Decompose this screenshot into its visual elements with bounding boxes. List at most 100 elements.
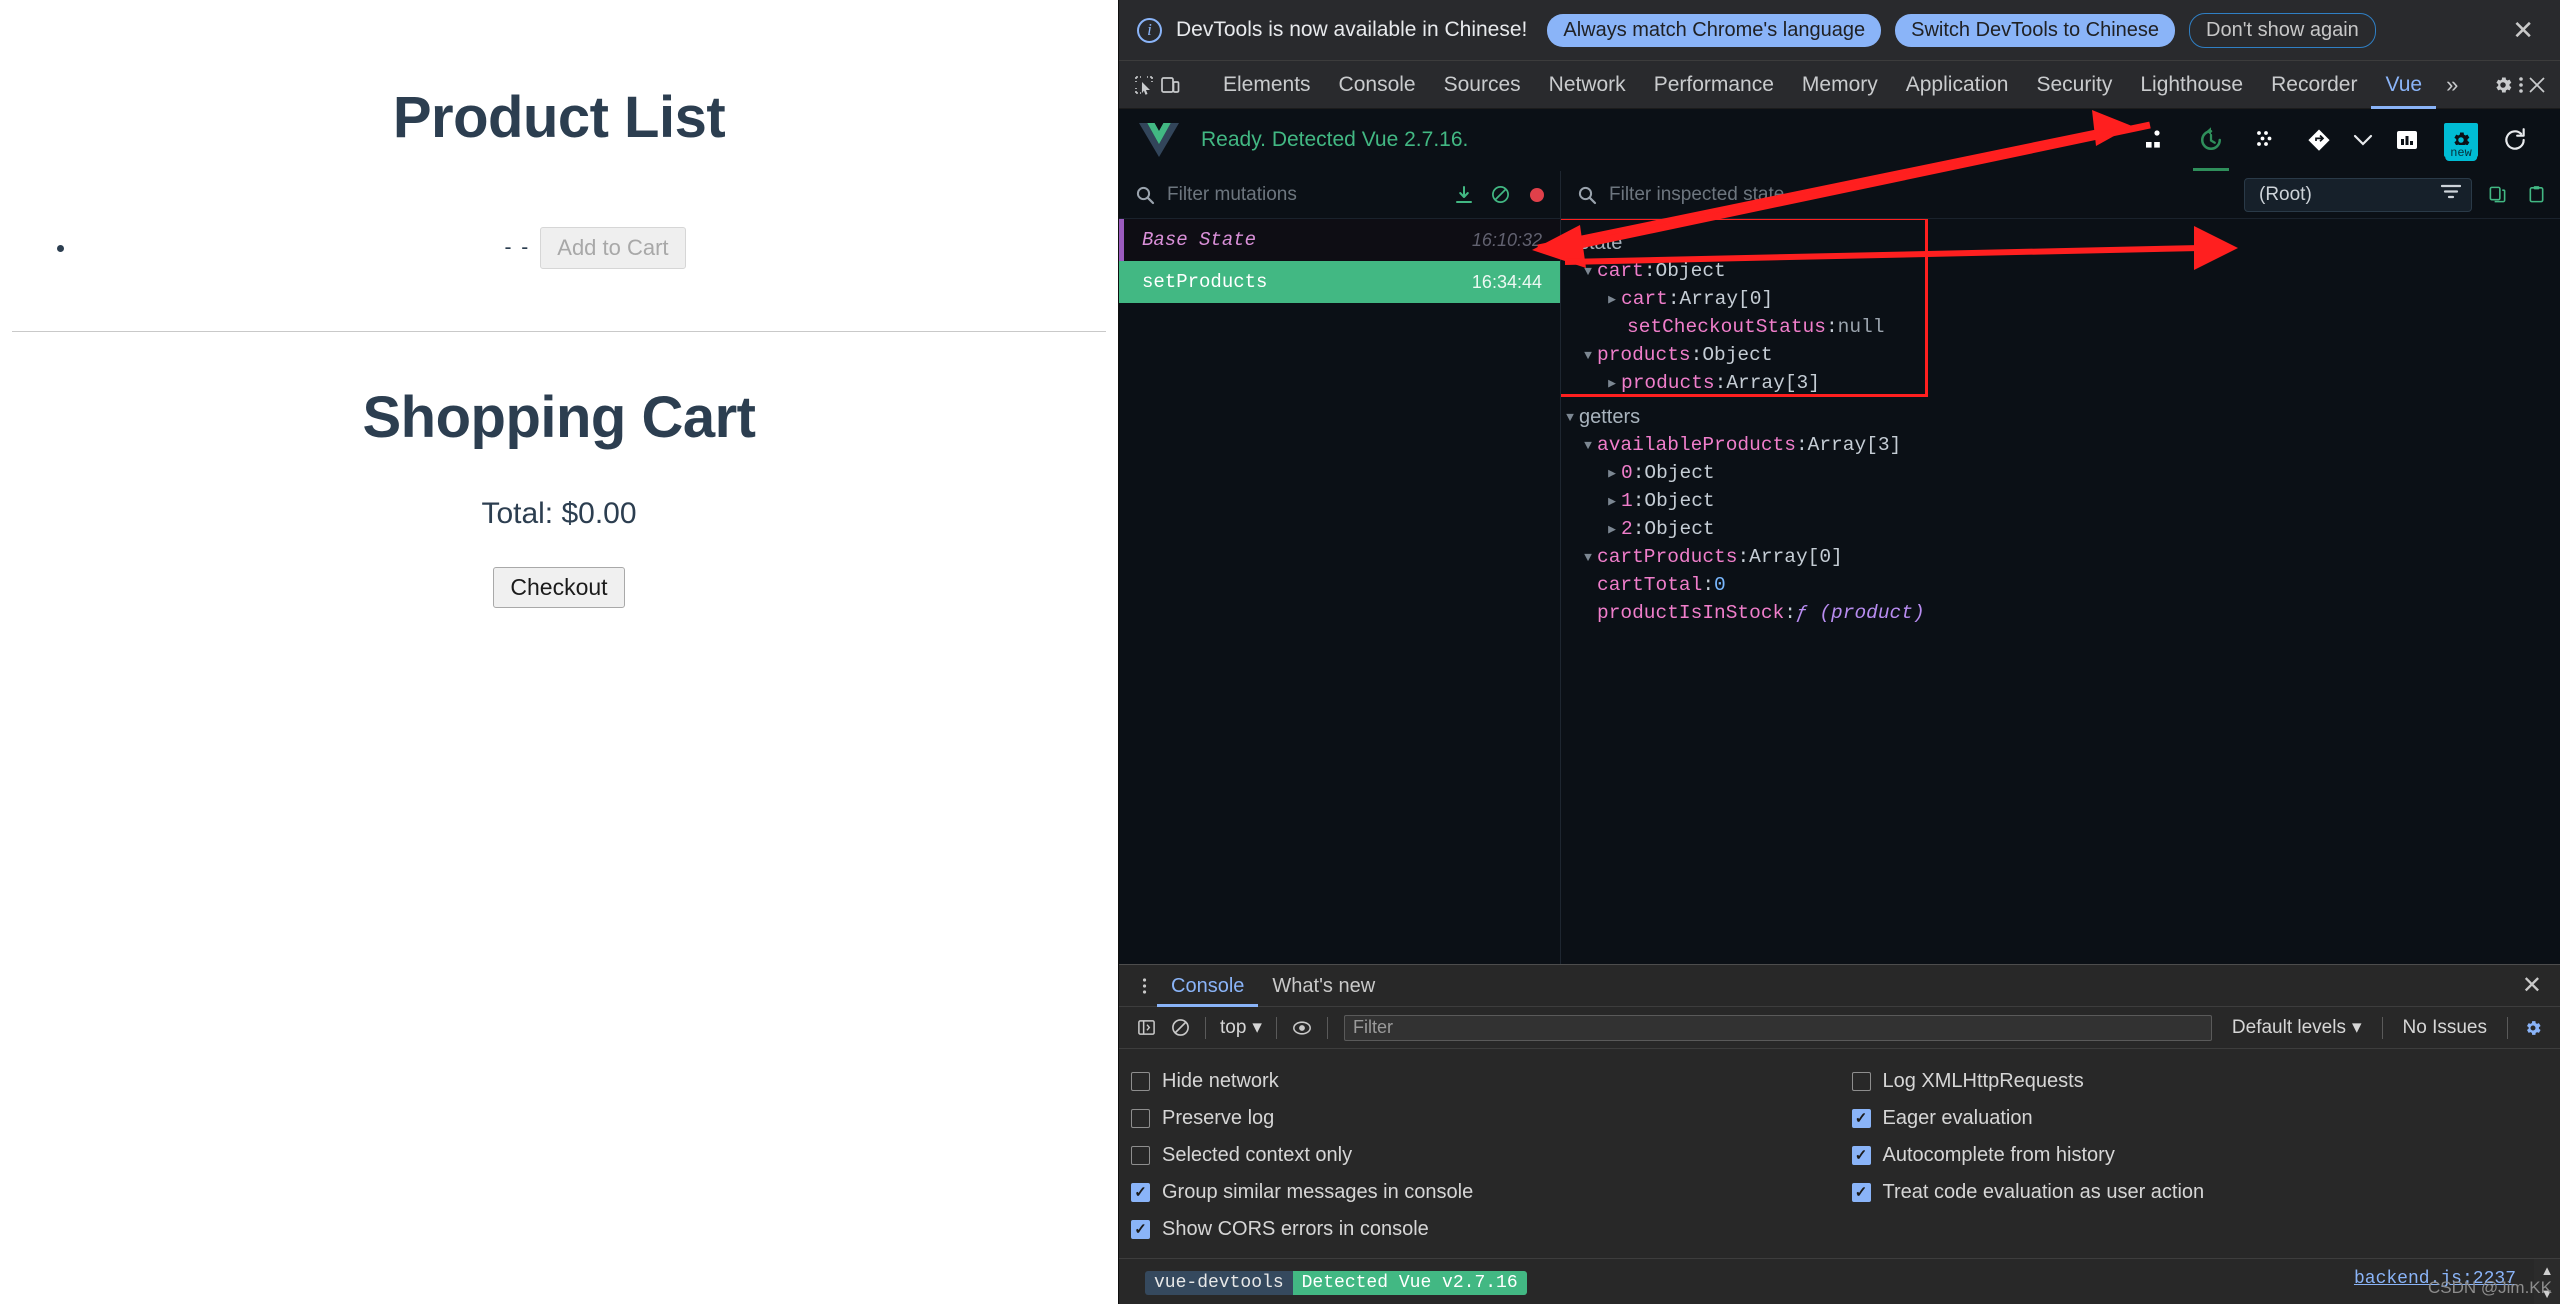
tab-sources[interactable]: Sources [1430, 61, 1535, 109]
disable-recording-icon[interactable] [1491, 185, 1510, 204]
tab-recorder[interactable]: Recorder [2257, 61, 2371, 109]
checkout-button[interactable]: Checkout [493, 567, 625, 608]
tree-node-carttotal[interactable]: cartTotal : 0 [1561, 571, 2560, 599]
events-dots-icon[interactable] [2238, 109, 2292, 171]
drawer-tab-whats-new[interactable]: What's new [1258, 965, 1389, 1007]
tree-section-state[interactable]: state [1561, 229, 2560, 257]
checkbox[interactable] [1131, 1183, 1150, 1202]
drawer-tab-console[interactable]: Console [1157, 965, 1258, 1007]
vuex-timetravel-icon[interactable] [2184, 109, 2238, 171]
performance-chart-icon[interactable] [2380, 109, 2434, 171]
device-toolbar-icon[interactable] [1159, 68, 1181, 102]
setting-preserve-log[interactable]: Preserve log [1131, 1100, 1840, 1137]
tree-node-0[interactable]: 0 : Object [1561, 459, 2560, 487]
drawer-kebab-icon[interactable] [1131, 977, 1157, 995]
setting-show-cors-errors[interactable]: Show CORS errors in console [1131, 1211, 1840, 1248]
drawer-close-icon[interactable]: ✕ [2512, 971, 2552, 1000]
chevron-right-icon[interactable] [1603, 376, 1621, 391]
setting-log-xmlhttprequests[interactable]: Log XMLHttpRequests [1851, 1063, 2560, 1100]
export-icon[interactable] [1455, 185, 1473, 204]
inspect-element-icon[interactable] [1133, 68, 1155, 102]
tree-node-cart-object[interactable]: cart : Object [1561, 257, 2560, 285]
refresh-icon[interactable] [2488, 109, 2542, 171]
console-settings-gear-icon[interactable] [2516, 1011, 2550, 1045]
tab-security[interactable]: Security [2022, 61, 2126, 109]
more-options-kebab-icon[interactable] [2518, 68, 2524, 102]
checkbox[interactable] [1131, 1072, 1150, 1091]
record-icon[interactable] [1528, 186, 1546, 204]
setting-autocomplete-from-history[interactable]: Autocomplete from history [1851, 1137, 2560, 1174]
dont-show-again-button[interactable]: Don't show again [2189, 12, 2376, 48]
console-filter-input[interactable] [1343, 1014, 2212, 1041]
add-to-cart-button[interactable]: Add to Cart [540, 227, 686, 269]
checkbox[interactable] [1131, 1220, 1150, 1239]
filter-mutations-input[interactable] [1167, 183, 1445, 206]
root-module-select[interactable]: (Root) [2244, 177, 2472, 212]
mutations-actions [1455, 185, 1546, 204]
checkbox[interactable] [1131, 1146, 1150, 1165]
chevron-right-icon[interactable] [1603, 292, 1621, 307]
clear-console-icon[interactable] [1163, 1011, 1197, 1045]
settings-gear-icon[interactable] [2492, 68, 2514, 102]
console-prompt[interactable]: ❯ [1119, 1299, 2560, 1304]
routing-icon[interactable] [2292, 109, 2346, 171]
tree-node-setcheckoutstatus[interactable]: setCheckoutStatus : null [1561, 313, 2560, 341]
tree-node-availableproducts[interactable]: availableProducts : Array[3] [1561, 431, 2560, 459]
mutation-row-base-state[interactable]: Base State 16:10:32 [1119, 219, 1560, 261]
checkbox[interactable] [1131, 1109, 1150, 1128]
checkbox[interactable] [1851, 1183, 1871, 1202]
tree-node-products-array[interactable]: products : Array[3] [1561, 369, 2560, 397]
tab-memory[interactable]: Memory [1788, 61, 1892, 109]
setting-eager-evaluation[interactable]: Eager evaluation [1851, 1100, 2560, 1137]
switch-devtools-language-button[interactable]: Switch DevTools to Chinese [1895, 13, 2175, 47]
tree-node-productisinstock[interactable]: productIsInStock : ƒ (product) [1561, 599, 2560, 627]
chevron-down-icon[interactable] [1579, 438, 1597, 453]
chevron-down-icon[interactable] [2346, 109, 2380, 171]
issues-status[interactable]: No Issues [2391, 1017, 2499, 1039]
live-expression-eye-icon[interactable] [1285, 1011, 1319, 1045]
close-devtools-icon[interactable] [2528, 68, 2546, 102]
tab-performance[interactable]: Performance [1640, 61, 1788, 109]
copy-icon[interactable] [2488, 185, 2507, 204]
setting-treat-code-eval-as-user-action[interactable]: Treat code evaluation as user action [1851, 1174, 2560, 1211]
tree-node-cartproducts[interactable]: cartProducts : Array[0] [1561, 543, 2560, 571]
more-tabs-icon[interactable]: » [2436, 72, 2468, 98]
chevron-down-icon[interactable] [1579, 264, 1597, 279]
filter-inspected-state-input[interactable] [1609, 183, 2244, 206]
chevron-down-icon[interactable] [1579, 550, 1597, 565]
tree-node-1[interactable]: 1 : Object [1561, 487, 2560, 515]
tab-lighthouse[interactable]: Lighthouse [2126, 61, 2257, 109]
checkbox[interactable] [1851, 1146, 1871, 1165]
tab-network[interactable]: Network [1535, 61, 1640, 109]
console-sidebar-toggle-icon[interactable] [1129, 1011, 1163, 1045]
tree-node-2[interactable]: 2 : Object [1561, 515, 2560, 543]
components-tree-icon[interactable] [2130, 109, 2184, 171]
mutation-row-setproducts[interactable]: setProducts 16:34:44 [1119, 261, 1560, 303]
setting-hide-network[interactable]: Hide network [1131, 1063, 1840, 1100]
tree-node-cart-array[interactable]: cart : Array[0] [1561, 285, 2560, 313]
chevron-down-icon[interactable] [1561, 236, 1579, 251]
setting-selected-context-only[interactable]: Selected context only [1131, 1137, 1840, 1174]
chevron-right-icon[interactable] [1603, 522, 1621, 537]
chevron-down-icon[interactable] [1579, 348, 1597, 363]
checkbox[interactable] [1851, 1072, 1871, 1091]
console-context-select[interactable]: top ▾ [1214, 1016, 1268, 1039]
paste-clipboard-icon[interactable] [2527, 185, 2546, 204]
console-levels-select[interactable]: Default levels ▾ [2220, 1016, 2374, 1039]
tab-elements[interactable]: Elements [1209, 61, 1325, 109]
chevron-right-icon[interactable] [1603, 494, 1621, 509]
chevron-right-icon[interactable] [1603, 466, 1621, 481]
filter-funnel-icon[interactable] [2440, 184, 2462, 205]
setting-group-similar-messages[interactable]: Group similar messages in console [1131, 1174, 1840, 1211]
tab-console[interactable]: Console [1325, 61, 1430, 109]
tab-vue[interactable]: Vue [2371, 61, 2436, 109]
node-value: Array[0] [1749, 546, 1843, 568]
settings-icon[interactable]: new [2434, 109, 2488, 171]
always-match-language-button[interactable]: Always match Chrome's language [1547, 13, 1882, 47]
close-icon[interactable]: ✕ [2508, 15, 2538, 46]
tree-node-products-object[interactable]: products : Object [1561, 341, 2560, 369]
tab-application[interactable]: Application [1892, 61, 2023, 109]
chevron-down-icon[interactable] [1561, 410, 1579, 425]
checkbox[interactable] [1851, 1109, 1871, 1128]
tree-section-getters[interactable]: getters [1561, 403, 2560, 431]
